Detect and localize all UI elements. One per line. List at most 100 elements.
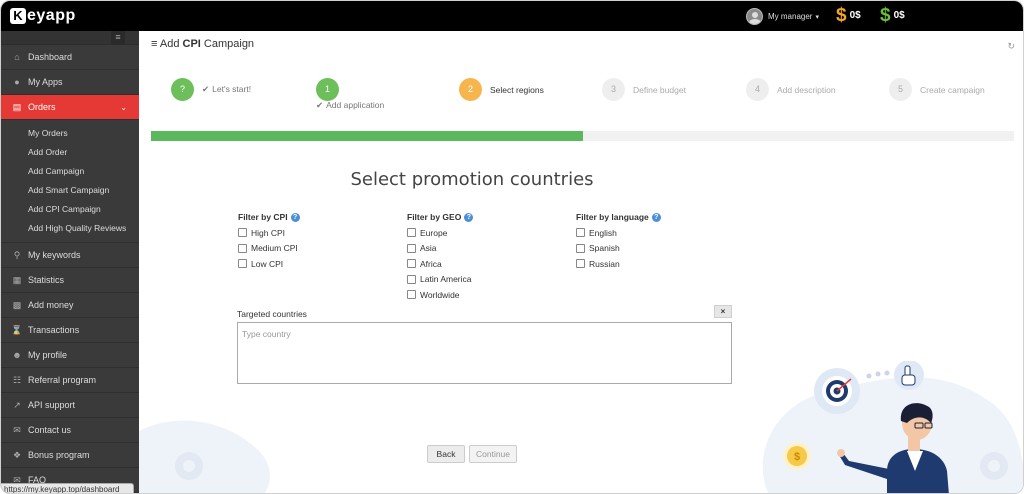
refresh-icon[interactable]: ↻ [1007, 41, 1015, 52]
help-icon[interactable]: ? [290, 212, 300, 222]
step-label: Define budget [633, 84, 686, 95]
submenu-item-my-orders[interactable]: My Orders [1, 124, 139, 143]
checkbox-label: High CPI [251, 227, 286, 238]
help-icon[interactable]: ? [651, 212, 661, 222]
checkbox[interactable] [576, 259, 585, 269]
filter-cpi: Filter by CPI? High CPI Medium CPI Low C… [238, 212, 300, 272]
clear-countries-button[interactable]: × [714, 305, 732, 318]
filter-title-text: Filter by CPI [238, 212, 288, 222]
targeted-countries-box[interactable] [237, 322, 732, 384]
step-circle: ? [171, 78, 194, 101]
gear-icon [980, 452, 1008, 480]
step-sub-label: ✔ Add application [316, 100, 384, 111]
manager-menu[interactable]: My manager ▾ [746, 8, 819, 25]
gift-icon: ❖ [12, 449, 22, 460]
sidebar-item-bonus-program[interactable]: ❖ Bonus program [1, 443, 139, 468]
checkbox-label: Latin America [420, 274, 472, 285]
checkbox-latin-america[interactable]: Latin America [407, 272, 473, 288]
sidebar-item-label: Add money [28, 300, 74, 310]
sidebar-item-statistics[interactable]: ▦ Statistics [1, 268, 139, 293]
sidebar-item-transactions[interactable]: ⌛ Transactions [1, 318, 139, 343]
sidebar-toggle-bar: ≡ [1, 31, 139, 45]
checkbox-medium-cpi[interactable]: Medium CPI [238, 241, 300, 257]
page-title: ≡ Add CPI Campaign [151, 38, 254, 50]
submenu-item-add-high-quality-reviews[interactable]: Add High Quality Reviews [1, 219, 139, 238]
continue-button[interactable]: Continue [469, 445, 517, 463]
app-window: K eyapp My manager ▾ $ 0$ $ 0$ ≡ ⌂ Dashb… [0, 0, 1024, 494]
sidebar-item-orders[interactable]: ▤ Orders ⌄ [1, 95, 139, 120]
checkbox[interactable] [576, 228, 585, 238]
back-button[interactable]: Back [427, 445, 465, 463]
checkbox-europe[interactable]: Europe [407, 225, 473, 241]
submenu-item-add-campaign[interactable]: Add Campaign [1, 162, 139, 181]
sidebar-item-my-keywords[interactable]: ⚲ My keywords [1, 243, 139, 268]
step-lets-start[interactable]: ? ✔ Let's start! [171, 78, 251, 101]
step-circle: 4 [746, 78, 769, 101]
country-search-input[interactable] [238, 323, 731, 345]
targeted-countries-label: Targeted countries [237, 309, 307, 319]
balance-orange[interactable]: $ 0$ [836, 6, 861, 25]
checkbox-worldwide[interactable]: Worldwide [407, 287, 473, 303]
checkbox[interactable] [407, 259, 416, 269]
check-icon: ✔ [202, 84, 210, 94]
sidebar-item-dashboard[interactable]: ⌂ Dashboard [1, 45, 139, 70]
sidebar-item-my-apps[interactable]: ● My Apps [1, 70, 139, 95]
checkbox-spanish[interactable]: Spanish [576, 241, 661, 257]
sidebar-item-label: Transactions [28, 325, 80, 335]
balance-green[interactable]: $ 0$ [880, 6, 905, 25]
submenu-item-add-cpi-campaign[interactable]: Add CPI Campaign [1, 200, 139, 219]
step-select-regions[interactable]: 2 Select regions [459, 78, 544, 101]
filter-title-text: Filter by language [576, 212, 649, 222]
sidebar-item-api-support[interactable]: ↗ API support [1, 393, 139, 418]
step-label: Add description [777, 84, 836, 95]
checkbox-label: Medium CPI [251, 243, 298, 254]
sidebar-item-my-profile[interactable]: ☻ My profile [1, 343, 139, 368]
step-circle: 1 [316, 78, 339, 101]
checkbox[interactable] [407, 290, 416, 300]
checkbox[interactable] [238, 243, 247, 253]
circle-icon: ● [14, 77, 20, 87]
checkbox[interactable] [407, 243, 416, 253]
keyapp-logo[interactable]: K eyapp [10, 7, 76, 25]
submenu-item-add-smart-campaign[interactable]: Add Smart Campaign [1, 181, 139, 200]
step-add-application[interactable]: 1 [316, 78, 339, 101]
sidebar-item-referral-program[interactable]: ☷ Referral program [1, 368, 139, 393]
sidebar-item-label: My keywords [28, 250, 81, 260]
checkbox-asia[interactable]: Asia [407, 241, 473, 257]
table-icon: ▦ [12, 274, 22, 285]
checkbox[interactable] [407, 274, 416, 284]
checkbox-label: Asia [420, 243, 437, 254]
checkbox[interactable] [238, 228, 247, 238]
target-icon [814, 368, 860, 414]
page-title-prefix: Add [159, 38, 183, 50]
browser-status-url: https://my.keyapp.top/dashboard [1, 483, 134, 493]
step-create-campaign[interactable]: 5 Create campaign [889, 78, 985, 101]
page-title-suffix: Campaign [200, 38, 255, 50]
checkbox[interactable] [238, 259, 247, 269]
progress-fill [151, 131, 583, 141]
envelope-icon: ✉ [13, 424, 21, 435]
hamburger-icon[interactable]: ≡ [111, 31, 125, 44]
sidebar-item-add-money[interactable]: ▩ Add money [1, 293, 139, 318]
sidebar-item-contact-us[interactable]: ✉ Contact us [1, 418, 139, 443]
step-label-text: Add application [326, 100, 385, 110]
orders-submenu: My Orders Add Order Add Campaign Add Sma… [1, 120, 139, 243]
help-icon[interactable]: ? [464, 212, 474, 222]
svg-text:$: $ [794, 451, 800, 463]
checkbox[interactable] [407, 228, 416, 238]
checkbox[interactable] [576, 243, 585, 253]
checkbox-africa[interactable]: Africa [407, 256, 473, 272]
logo-text: eyapp [27, 7, 76, 24]
step-add-description[interactable]: 4 Add description [746, 78, 836, 101]
checkbox-high-cpi[interactable]: High CPI [238, 225, 300, 241]
checkbox-low-cpi[interactable]: Low CPI [238, 256, 300, 272]
sidebar-item-label: Bonus program [28, 450, 90, 460]
filter-geo: Filter by GEO? Europe Asia Africa Latin … [407, 212, 474, 303]
checkbox-english[interactable]: English [576, 225, 661, 241]
checkbox-russian[interactable]: Russian [576, 256, 661, 272]
step-define-budget[interactable]: 3 Define budget [602, 78, 686, 101]
dollar-icon: $ [836, 5, 847, 26]
sitemap-icon: ☷ [12, 374, 22, 385]
step-circle: 3 [602, 78, 625, 101]
submenu-item-add-order[interactable]: Add Order [1, 143, 139, 162]
